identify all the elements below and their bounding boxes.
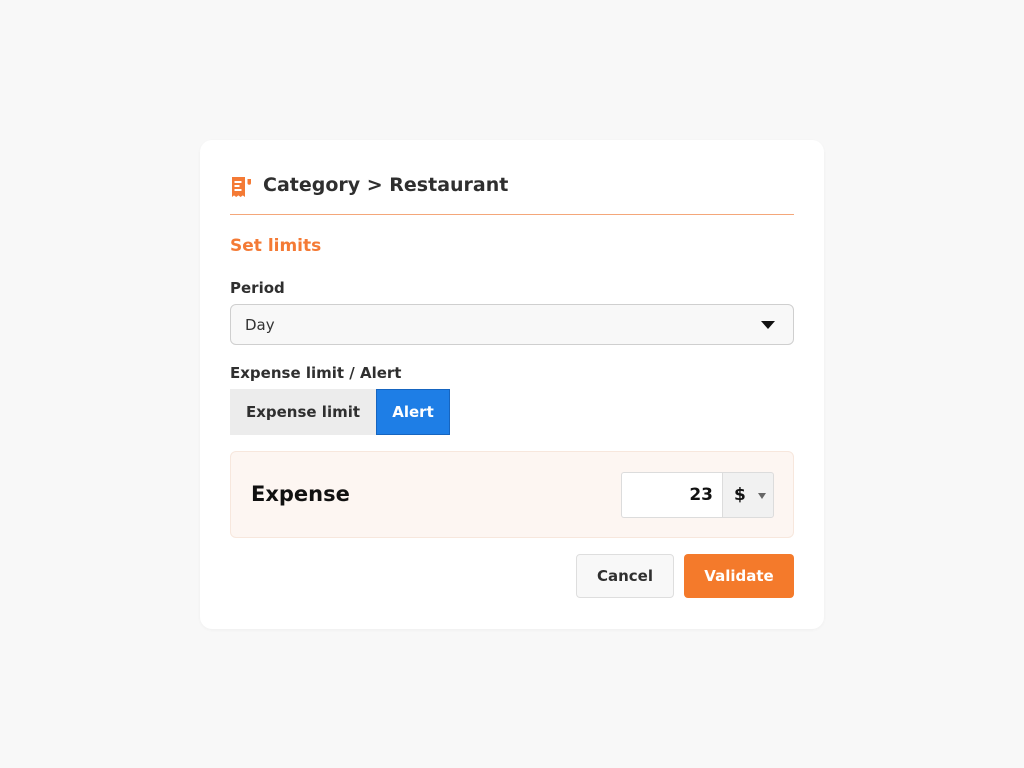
toggle-expense-limit[interactable]: Expense limit — [230, 389, 376, 435]
validate-button[interactable]: Validate — [684, 554, 794, 598]
caret-down-icon — [758, 493, 766, 499]
amount-input[interactable] — [621, 472, 723, 518]
receipt-icon — [230, 175, 254, 199]
cancel-button[interactable]: Cancel — [576, 554, 674, 598]
set-limits-dialog: Category > Restaurant Set limits Period … — [200, 140, 824, 629]
currency-select[interactable]: $ — [722, 472, 774, 518]
period-select-value: Day — [245, 316, 275, 334]
mode-toggle: Expense limit Alert — [230, 389, 450, 435]
period-label: Period — [230, 279, 285, 297]
section-title: Set limits — [230, 236, 322, 256]
expense-title: Expense — [251, 482, 350, 506]
chevron-down-icon — [761, 321, 775, 329]
dialog-header: Category > Restaurant — [230, 173, 794, 215]
currency-value: $ — [734, 485, 746, 505]
mode-label: Expense limit / Alert — [230, 364, 402, 382]
dialog-title: Category > Restaurant — [263, 174, 509, 196]
period-select[interactable]: Day — [230, 304, 794, 345]
toggle-alert[interactable]: Alert — [376, 389, 450, 435]
expense-panel: Expense $ — [230, 451, 794, 538]
